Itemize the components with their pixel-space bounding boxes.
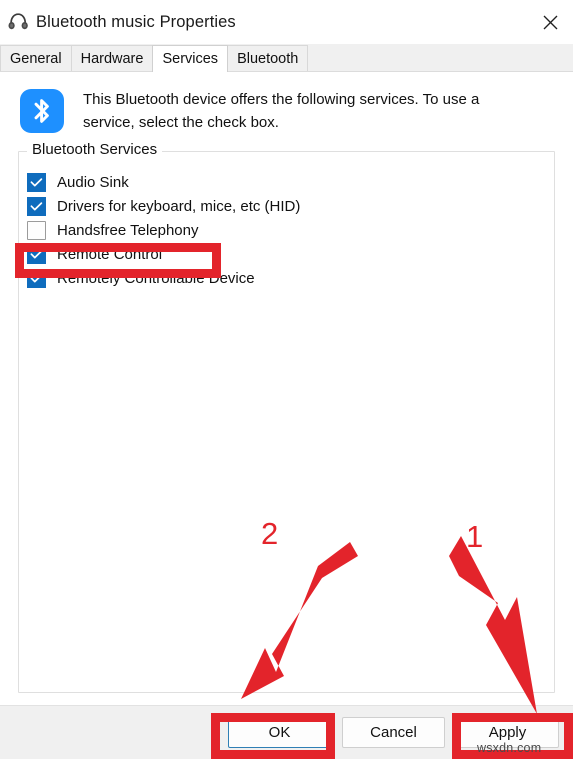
bluetooth-icon <box>20 89 64 133</box>
checkbox-checked-icon[interactable] <box>27 244 46 264</box>
services-list: Audio Sink Drivers for keyboard, mice, e… <box>27 170 546 290</box>
title-bar: Bluetooth music Properties <box>0 0 573 44</box>
service-row-handsfree-telephony[interactable]: Handsfree Telephony <box>27 218 546 242</box>
tab-bluetooth[interactable]: Bluetooth <box>227 45 309 71</box>
bluetooth-services-groupbox: Bluetooth Services Audio Sink Drivers fo… <box>18 141 555 693</box>
headphones-icon <box>6 10 30 34</box>
tab-strip: General Hardware Services Bluetooth <box>0 44 573 72</box>
ok-button[interactable]: OK <box>228 717 331 748</box>
window-title: Bluetooth music Properties <box>36 12 236 31</box>
tab-hardware[interactable]: Hardware <box>70 45 154 71</box>
checkbox-unchecked-icon[interactable] <box>27 220 46 240</box>
close-icon <box>543 15 557 29</box>
services-page: This Bluetooth device offers the followi… <box>0 72 573 705</box>
service-row-remote-control[interactable]: Remote Control <box>27 242 546 266</box>
service-row-remotely-controllable-device[interactable]: Remotely Controllable Device <box>27 266 546 290</box>
checkbox-checked-icon[interactable] <box>27 268 46 288</box>
service-label: Remotely Controllable Device <box>57 269 255 287</box>
service-label: Audio Sink <box>57 173 129 191</box>
checkbox-checked-icon[interactable] <box>27 172 46 192</box>
checkbox-checked-icon[interactable] <box>27 196 46 216</box>
service-label: Drivers for keyboard, mice, etc (HID) <box>57 197 301 215</box>
cancel-button[interactable]: Cancel <box>342 717 445 748</box>
intro-row: This Bluetooth device offers the followi… <box>0 72 573 134</box>
watermark: wsxdn.com <box>477 741 542 755</box>
tab-general[interactable]: General <box>0 45 72 71</box>
properties-dialog: Bluetooth music Properties General Hardw… <box>0 0 573 759</box>
groupbox-label: Bluetooth Services <box>27 141 163 158</box>
close-button[interactable] <box>527 0 573 44</box>
intro-text: This Bluetooth device offers the followi… <box>83 91 480 131</box>
service-label: Handsfree Telephony <box>57 221 199 239</box>
service-label: Remote Control <box>57 245 163 263</box>
service-row-hid-drivers[interactable]: Drivers for keyboard, mice, etc (HID) <box>27 194 546 218</box>
service-row-audio-sink[interactable]: Audio Sink <box>27 170 546 194</box>
tab-services[interactable]: Services <box>152 45 229 72</box>
